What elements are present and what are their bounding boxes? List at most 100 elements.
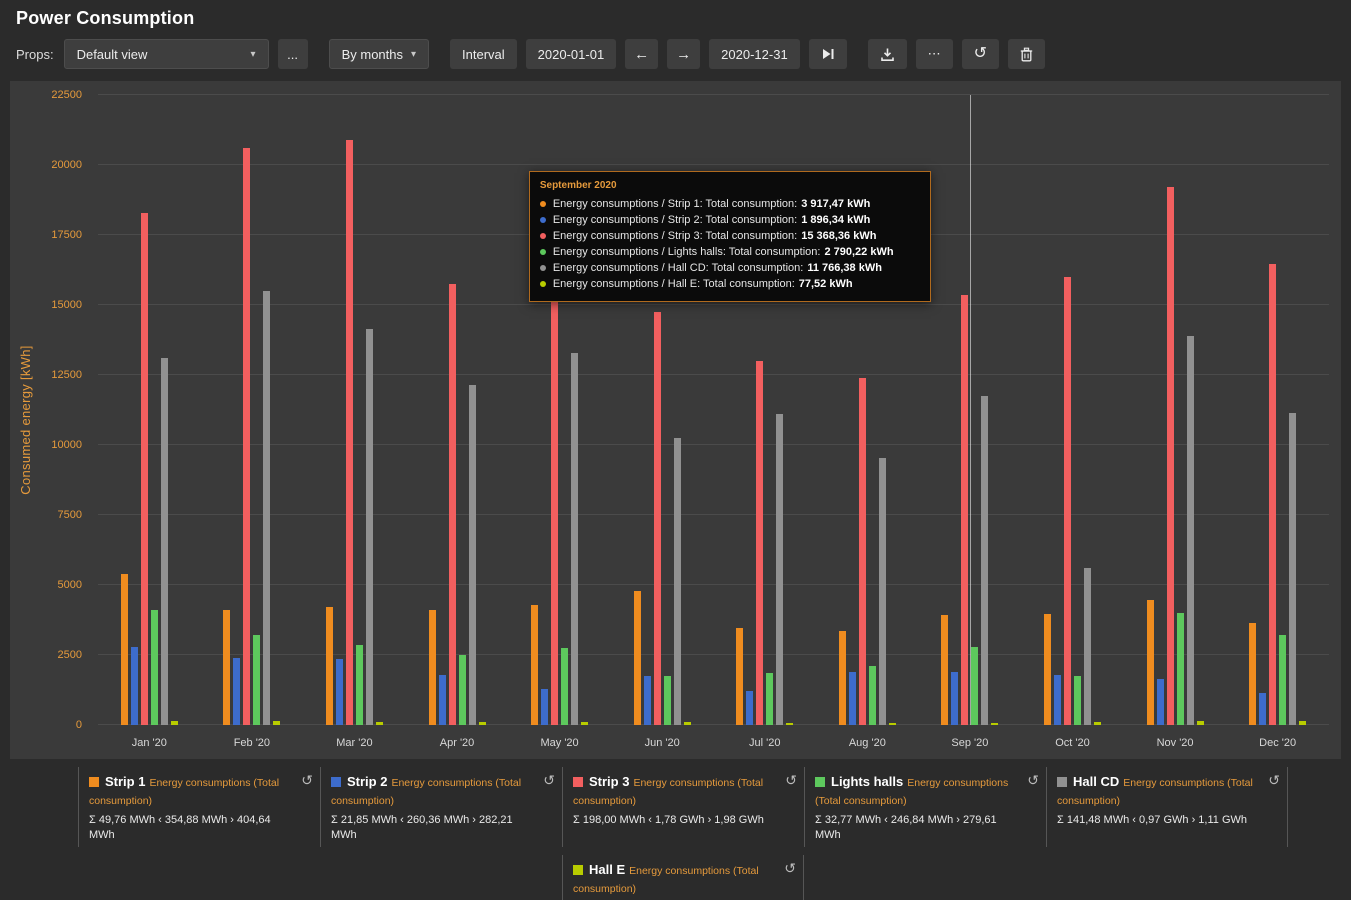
bar-strip-1[interactable] xyxy=(1249,622,1257,725)
bar-strip-2[interactable] xyxy=(233,657,241,725)
interval-button[interactable]: Interval xyxy=(450,39,517,69)
bar-strip-2[interactable] xyxy=(746,691,754,725)
bar-strip-1[interactable] xyxy=(325,607,333,725)
bar-hall-e[interactable] xyxy=(375,722,383,725)
bar-lights-halls[interactable] xyxy=(663,676,671,725)
bar-lights-halls[interactable] xyxy=(1279,635,1287,725)
bar-hall-cd[interactable] xyxy=(365,328,373,725)
bar-hall-e[interactable] xyxy=(1093,722,1101,725)
bar-strip-3[interactable] xyxy=(858,377,866,725)
bar-lights-halls[interactable] xyxy=(766,673,774,725)
bar-hall-cd[interactable] xyxy=(776,414,784,725)
more-options-button[interactable]: ⋯ xyxy=(915,39,953,69)
download-button[interactable] xyxy=(867,39,907,69)
legend-card-strip-2[interactable]: ↺ Strip 2 Energy consumptions (Total consu… xyxy=(320,767,562,847)
bar-strip-3[interactable] xyxy=(243,148,251,725)
bar-strip-2[interactable] xyxy=(438,674,446,725)
bar-hall-e[interactable] xyxy=(1299,720,1307,725)
bar-strip-2[interactable] xyxy=(848,671,856,725)
bar-strip-2[interactable] xyxy=(335,659,343,725)
bar-strip-1[interactable] xyxy=(736,628,744,725)
bar-strip-2[interactable] xyxy=(1259,692,1267,725)
bar-lights-halls[interactable] xyxy=(150,610,158,725)
series-swatch-icon xyxy=(89,777,99,787)
bar-strip-2[interactable] xyxy=(541,688,549,725)
bar-hall-e[interactable] xyxy=(478,722,486,725)
legend-card-strip-3[interactable]: ↺ Strip 3 Energy consumptions (Total consu… xyxy=(562,767,804,847)
bar-strip-3[interactable] xyxy=(448,284,456,725)
refresh-icon[interactable]: ↺ xyxy=(1268,773,1280,787)
bar-hall-e[interactable] xyxy=(1196,720,1204,725)
bar-strip-3[interactable] xyxy=(345,139,353,725)
series-dot-icon xyxy=(539,201,546,207)
bar-lights-halls[interactable] xyxy=(561,648,569,725)
bar-hall-cd[interactable] xyxy=(673,438,681,725)
bar-strip-3[interactable] xyxy=(140,212,148,725)
bar-hall-cd[interactable] xyxy=(1289,412,1297,725)
delete-button[interactable] xyxy=(1008,39,1046,69)
refresh-icon[interactable]: ↺ xyxy=(784,861,796,875)
view-options-button[interactable]: ... xyxy=(277,39,308,69)
legend-card-lights-halls[interactable]: ↺ Lights halls Energy consumptions (Total … xyxy=(804,767,1046,847)
bar-lights-halls[interactable] xyxy=(1073,676,1081,725)
bar-lights-halls[interactable] xyxy=(355,645,363,725)
bar-hall-cd[interactable] xyxy=(878,457,886,725)
view-select[interactable]: Default view ▾ xyxy=(63,39,269,69)
next-interval-button[interactable]: → xyxy=(667,39,701,69)
bar-strip-1[interactable] xyxy=(223,610,231,725)
refresh-icon[interactable]: ↺ xyxy=(301,773,313,787)
prev-interval-button[interactable]: ← xyxy=(625,39,659,69)
bar-hall-cd[interactable] xyxy=(263,291,271,725)
bar-strip-3[interactable] xyxy=(1269,264,1277,725)
date-to-button[interactable]: 2020-12-31 xyxy=(709,39,800,69)
bar-strip-2[interactable] xyxy=(130,646,138,725)
bar-strip-1[interactable] xyxy=(531,604,539,725)
bar-hall-e[interactable] xyxy=(581,722,589,725)
bar-strip-2[interactable] xyxy=(1053,674,1061,725)
bar-lights-halls[interactable] xyxy=(971,646,979,725)
bar-lights-halls[interactable] xyxy=(458,655,466,725)
bar-strip-2[interactable] xyxy=(643,676,651,725)
bar-strip-2[interactable] xyxy=(1156,678,1164,725)
bar-strip-1[interactable] xyxy=(428,610,436,725)
bar-hall-cd[interactable] xyxy=(571,352,579,725)
bar-strip-3[interactable] xyxy=(653,312,661,725)
bar-strip-1[interactable] xyxy=(120,573,128,725)
bar-hall-e[interactable] xyxy=(273,720,281,725)
bar-strip-3[interactable] xyxy=(1166,187,1174,725)
bar-hall-e[interactable] xyxy=(683,722,691,725)
bar-strip-3[interactable] xyxy=(961,294,969,725)
legend-card-strip-1[interactable]: ↺ Strip 1 Energy consumptions (Total consu… xyxy=(78,767,320,847)
bar-strip-3[interactable] xyxy=(756,361,764,725)
skip-to-end-button[interactable] xyxy=(808,39,847,69)
bar-strip-1[interactable] xyxy=(941,615,949,725)
bar-strip-1[interactable] xyxy=(838,631,846,725)
bar-hall-e[interactable] xyxy=(991,722,999,725)
bar-lights-halls[interactable] xyxy=(253,635,261,725)
bar-strip-1[interactable] xyxy=(633,590,641,725)
bar-hall-cd[interactable] xyxy=(468,384,476,725)
bar-strip-2[interactable] xyxy=(951,671,959,725)
bar-hall-e[interactable] xyxy=(170,720,178,725)
legend-card-hall-e[interactable]: ↺ Hall E Energy consumptions (Total consum… xyxy=(562,855,804,900)
legend-card-hall-cd[interactable]: ↺ Hall CD Energy consumptions (Total consu… xyxy=(1046,767,1288,847)
refresh-icon[interactable]: ↺ xyxy=(785,773,797,787)
bar-strip-3[interactable] xyxy=(551,268,559,725)
bar-lights-halls[interactable] xyxy=(1176,613,1184,725)
x-axis-label: Dec '20 xyxy=(1259,737,1297,749)
bar-hall-cd[interactable] xyxy=(981,395,989,725)
bar-strip-1[interactable] xyxy=(1043,614,1051,725)
refresh-icon[interactable]: ↺ xyxy=(543,773,555,787)
undo-button[interactable]: ↺ xyxy=(961,39,1000,69)
date-from-button[interactable]: 2020-01-01 xyxy=(525,39,617,69)
bar-strip-3[interactable] xyxy=(1063,277,1071,725)
bar-lights-halls[interactable] xyxy=(868,666,876,725)
bar-hall-cd[interactable] xyxy=(160,358,168,725)
refresh-icon[interactable]: ↺ xyxy=(1027,773,1039,787)
bar-hall-cd[interactable] xyxy=(1083,568,1091,725)
bar-hall-e[interactable] xyxy=(786,722,794,725)
bar-hall-cd[interactable] xyxy=(1186,335,1194,725)
bar-hall-e[interactable] xyxy=(888,722,896,725)
bar-strip-1[interactable] xyxy=(1146,600,1154,725)
group-by-select[interactable]: By months ▾ xyxy=(328,39,430,69)
